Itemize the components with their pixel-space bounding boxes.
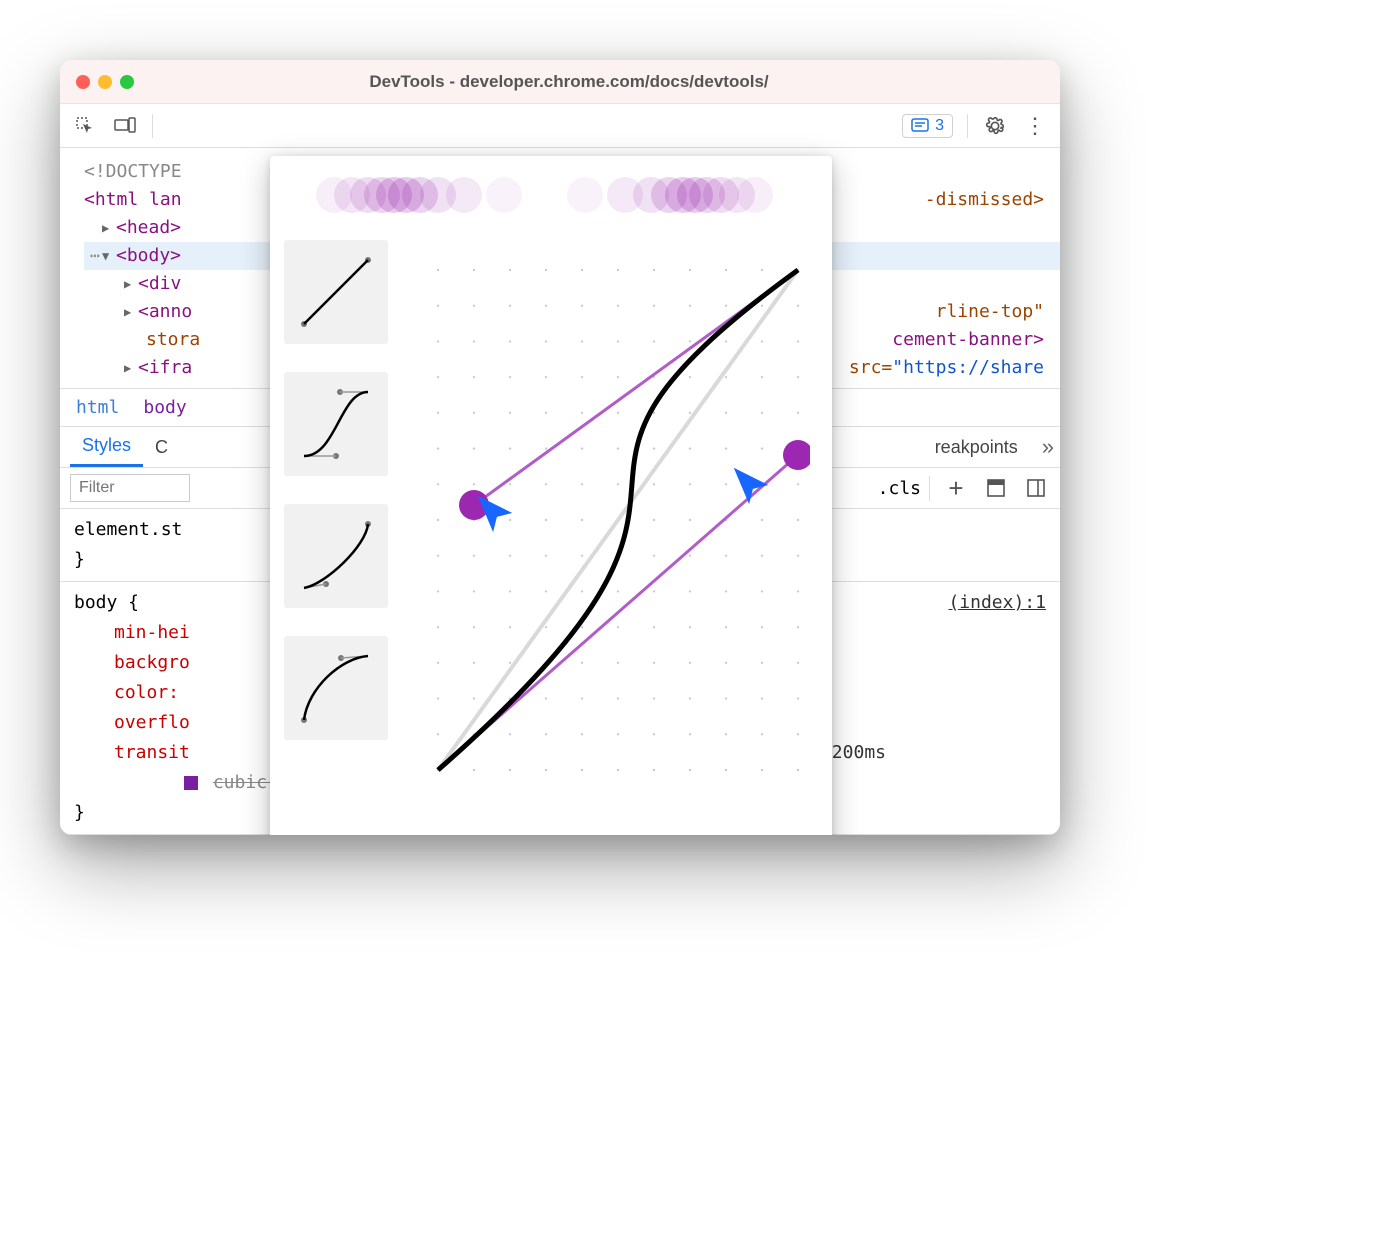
body-tag[interactable]: <body> [116, 242, 181, 270]
divider [152, 114, 153, 138]
cursor-arrow-icon [472, 490, 518, 536]
preset-ease-in-out-steep[interactable] [284, 372, 388, 476]
preset-linear[interactable] [284, 240, 388, 344]
frag-banner: cement-banner> [892, 326, 1060, 354]
bezier-swatch-icon[interactable] [184, 776, 198, 790]
prop-color[interactable]: color: [114, 682, 179, 703]
tab-breakpoints[interactable]: reakpoints [923, 429, 1030, 466]
devtools-window: DevTools - developer.chrome.com/docs/dev… [60, 60, 1060, 835]
stora-attr: stora [146, 326, 200, 354]
computed-icon[interactable] [982, 474, 1010, 502]
frag-rline: rline-top" [936, 298, 1060, 326]
issues-button[interactable]: 3 [902, 114, 953, 138]
expand-caret-icon[interactable]: ▶ [102, 214, 116, 242]
anim-track-left [316, 177, 536, 213]
bezier-editor-popover[interactable]: cubic-bezier(1, 0.63, 0.1, 0.53) [270, 156, 832, 835]
bezier-animation-preview [270, 156, 832, 234]
close-button[interactable] [76, 75, 90, 89]
head-tag[interactable]: <head> [116, 214, 181, 242]
tab-computed[interactable]: C [143, 429, 180, 466]
sidebar-toggle-icon[interactable] [1022, 474, 1050, 502]
anno-tag[interactable]: <anno [138, 298, 192, 326]
prop-overflow[interactable]: overflo [114, 712, 190, 733]
preset-ease-out[interactable] [284, 504, 388, 608]
tab-styles[interactable]: Styles [70, 427, 143, 467]
settings-gear-icon[interactable] [982, 113, 1008, 139]
prop-min-height[interactable]: min-hei [114, 622, 190, 643]
tree-dots-icon[interactable]: ⋯ [90, 242, 100, 270]
frag-src: src="https://share [849, 354, 1060, 382]
cls-toggle[interactable]: .cls [870, 476, 930, 501]
tabs-more-icon[interactable]: » [1042, 434, 1050, 460]
html-tag[interactable]: <html lan [84, 186, 182, 214]
cursor-arrow-icon [728, 462, 774, 508]
bezier-presets [284, 240, 396, 835]
transition-tail: or 200ms [799, 738, 1046, 768]
new-rule-plus-icon[interactable]: + [942, 474, 970, 502]
prop-transition[interactable]: transit [114, 738, 190, 768]
prop-background[interactable]: backgro [114, 652, 190, 673]
window-title: DevTools - developer.chrome.com/docs/dev… [94, 72, 1044, 92]
expand-caret-icon[interactable]: ▶ [124, 270, 138, 298]
anim-track-right [567, 177, 787, 213]
expand-caret-icon[interactable]: ▶ [124, 354, 138, 382]
crumb-html[interactable]: html [76, 397, 119, 418]
crumb-body[interactable]: body [143, 397, 186, 418]
filter-input[interactable] [70, 474, 190, 502]
issues-count: 3 [935, 117, 944, 135]
rule-source-link[interactable]: (index):1 [948, 588, 1046, 618]
preset-ease-out-quad[interactable] [284, 636, 388, 740]
expand-caret-icon[interactable]: ▶ [124, 298, 138, 326]
div-tag[interactable]: <div [138, 270, 181, 298]
inspect-element-icon[interactable] [72, 113, 98, 139]
iframe-tag[interactable]: <ifra [138, 354, 192, 382]
more-menu-icon[interactable]: ⋮ [1022, 113, 1048, 139]
device-toggle-icon[interactable] [112, 113, 138, 139]
bezier-canvas[interactable] [396, 240, 832, 835]
doctype-node[interactable]: <!DOCTYPE [84, 158, 182, 186]
collapse-caret-icon[interactable]: ▼ [102, 242, 116, 270]
issues-icon [911, 118, 929, 134]
divider [967, 114, 968, 138]
devtools-toolbar: 3 ⋮ [60, 104, 1060, 148]
html-attr-tail: -dismissed> [925, 186, 1060, 214]
title-bar: DevTools - developer.chrome.com/docs/dev… [60, 60, 1060, 104]
